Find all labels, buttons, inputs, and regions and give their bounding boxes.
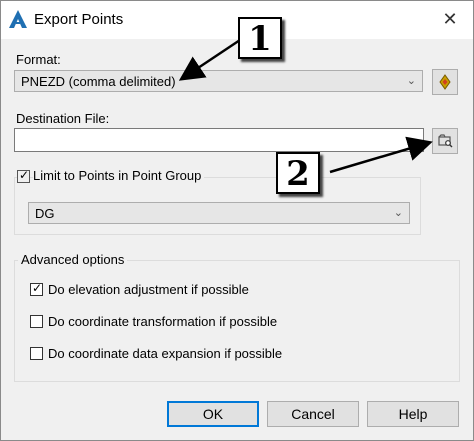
arrow-1	[178, 38, 241, 81]
annotation-arrows	[178, 38, 433, 174]
callout-1: 1	[238, 17, 282, 59]
arrow-2	[329, 136, 433, 174]
callout-2: 2	[276, 152, 320, 194]
